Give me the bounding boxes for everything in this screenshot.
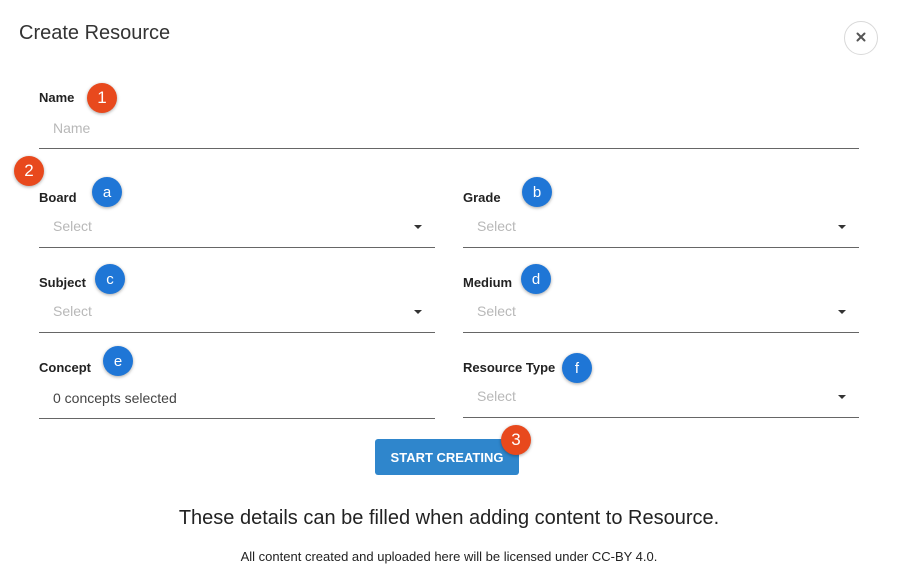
board-placeholder: Select [53, 218, 92, 234]
medium-label: Medium [463, 275, 513, 290]
license-text: All content created and uploaded here wi… [240, 549, 658, 564]
annotation-badge-e: e [103, 346, 133, 376]
create-resource-dialog: Create Resource Name Name Board Select G… [0, 0, 898, 578]
details-info-text: These details can be filled when adding … [178, 507, 720, 529]
resource-type-placeholder: Select [477, 388, 516, 404]
annotation-badge-2: 2 [14, 156, 44, 186]
annotation-badge-1: 1 [87, 83, 117, 113]
dialog-title: Create Resource [19, 22, 171, 44]
annotation-badge-f: f [562, 353, 592, 383]
subject-placeholder: Select [53, 303, 92, 319]
chevron-down-icon [838, 310, 846, 314]
close-button[interactable] [844, 21, 878, 55]
concept-label: Concept [39, 360, 91, 375]
close-icon [856, 29, 866, 47]
chevron-down-icon [414, 225, 422, 229]
grade-select[interactable]: Select [463, 213, 859, 247]
name-underline [39, 148, 859, 149]
annotation-badge-c: c [95, 264, 125, 294]
medium-select[interactable]: Select [463, 298, 859, 332]
subject-select[interactable]: Select [39, 298, 435, 332]
annotation-badge-d: d [521, 264, 551, 294]
name-label: Name [39, 90, 75, 105]
resource-type-label: Resource Type [463, 360, 556, 375]
grade-label: Grade [463, 190, 501, 205]
concept-value: 0 concepts selected [53, 390, 177, 406]
annotation-badge-b: b [522, 177, 552, 207]
chevron-down-icon [414, 310, 422, 314]
start-creating-button[interactable]: START CREATING [375, 439, 519, 475]
subject-label: Subject [39, 275, 86, 290]
subject-underline [39, 332, 435, 333]
resource-type-underline [463, 417, 859, 418]
concept-selector[interactable]: 0 concepts selected [39, 384, 435, 418]
name-placeholder: Name [53, 120, 91, 136]
resource-type-select[interactable]: Select [463, 383, 859, 417]
chevron-down-icon [838, 395, 846, 399]
board-select[interactable]: Select [39, 213, 435, 247]
medium-underline [463, 332, 859, 333]
annotation-badge-a: a [92, 177, 122, 207]
medium-placeholder: Select [477, 303, 516, 319]
board-label: Board [39, 190, 77, 205]
name-input[interactable]: Name [39, 115, 859, 149]
concept-underline [39, 418, 435, 419]
annotation-badge-3: 3 [501, 425, 531, 455]
grade-placeholder: Select [477, 218, 516, 234]
board-underline [39, 247, 435, 248]
chevron-down-icon [838, 225, 846, 229]
grade-underline [463, 247, 859, 248]
